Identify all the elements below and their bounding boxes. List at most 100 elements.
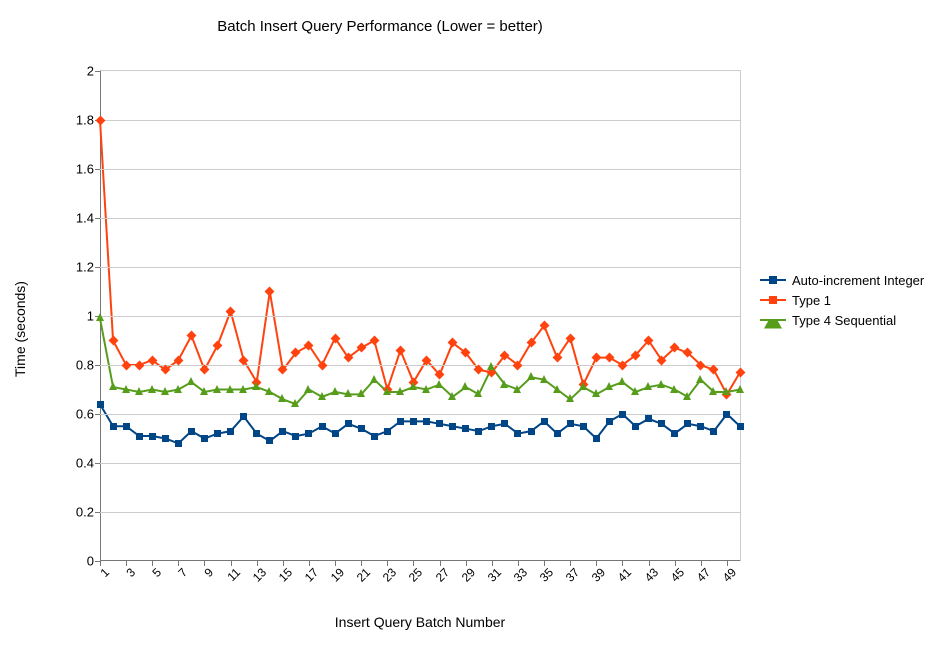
chart-figure: Batch Insert Query Performance (Lower = …	[0, 0, 926, 657]
data-point	[540, 375, 548, 383]
x-tick-label: 7	[172, 561, 191, 580]
data-point	[566, 394, 574, 402]
x-tick-label: 43	[637, 561, 661, 585]
data-point	[213, 385, 221, 393]
data-point	[319, 423, 326, 430]
x-tick-label: 37	[559, 561, 583, 585]
gridline	[100, 512, 740, 513]
data-point	[136, 433, 143, 440]
data-point	[358, 425, 365, 432]
data-point	[671, 430, 678, 437]
data-point	[148, 385, 156, 393]
data-point	[737, 423, 744, 430]
data-point	[697, 423, 704, 430]
data-point	[292, 433, 299, 440]
data-point	[593, 435, 600, 442]
legend-item-auto-increment: Auto-increment Integer	[760, 270, 924, 290]
data-point	[96, 313, 104, 321]
x-tick-label: 41	[611, 561, 635, 585]
x-tick-label: 49	[715, 561, 739, 585]
data-point	[122, 385, 130, 393]
data-point	[344, 389, 352, 397]
data-point	[227, 428, 234, 435]
legend-label: Type 1	[792, 293, 831, 308]
y-axis-label: Time (seconds)	[12, 281, 28, 377]
data-point	[410, 418, 417, 425]
data-point	[487, 362, 495, 370]
data-point	[149, 433, 156, 440]
data-point	[710, 428, 717, 435]
legend-item-type1: Type 1	[760, 290, 924, 310]
data-point	[200, 387, 208, 395]
data-point	[461, 382, 469, 390]
data-point	[736, 385, 744, 393]
data-point	[278, 394, 286, 402]
data-point	[123, 423, 130, 430]
data-point	[541, 418, 548, 425]
data-point	[239, 385, 247, 393]
data-point	[592, 389, 600, 397]
data-point	[554, 430, 561, 437]
y-tick-label: 2	[87, 64, 100, 79]
data-point	[567, 420, 574, 427]
data-point	[462, 425, 469, 432]
data-point	[110, 423, 117, 430]
data-point	[658, 420, 665, 427]
gridline	[100, 218, 740, 219]
gridline	[100, 169, 740, 170]
data-point	[396, 387, 404, 395]
data-point	[371, 433, 378, 440]
x-tick-label: 15	[271, 561, 295, 585]
y-tick-label: 1.4	[76, 211, 100, 226]
data-point	[240, 413, 247, 420]
data-point	[501, 420, 508, 427]
data-point	[188, 428, 195, 435]
data-point	[619, 411, 626, 418]
data-point	[435, 380, 443, 388]
data-point	[448, 392, 456, 400]
data-point	[201, 435, 208, 442]
data-point	[332, 430, 339, 437]
x-tick-label: 17	[298, 561, 322, 585]
data-point	[331, 387, 339, 395]
data-point	[723, 411, 730, 418]
series-line-type-4-sequential	[100, 318, 740, 404]
x-tick-label: 47	[689, 561, 713, 585]
data-point	[657, 380, 665, 388]
x-tick-label: 3	[119, 561, 138, 580]
x-tick-label: 29	[454, 561, 478, 585]
data-point	[709, 387, 717, 395]
data-point	[175, 440, 182, 447]
data-point	[606, 418, 613, 425]
x-tick-label: 1	[93, 561, 112, 580]
x-tick-label: 9	[198, 561, 217, 580]
data-point	[436, 420, 443, 427]
legend-label: Type 4 Sequential	[792, 313, 896, 328]
data-point	[226, 385, 234, 393]
data-point	[580, 423, 587, 430]
x-tick-label: 25	[402, 561, 426, 585]
x-tick-label: 21	[350, 561, 374, 585]
data-point	[670, 385, 678, 393]
data-point	[475, 428, 482, 435]
gridline	[100, 414, 740, 415]
data-point	[449, 423, 456, 430]
series-line-type-1	[100, 120, 740, 394]
legend-swatch-type4seq	[760, 314, 786, 326]
y-tick-label: 0.6	[76, 407, 100, 422]
gridline	[100, 267, 740, 268]
x-tick-label: 45	[663, 561, 687, 585]
x-tick-label: 19	[324, 561, 348, 585]
legend-item-type4seq: Type 4 Sequential	[760, 310, 924, 330]
data-point	[553, 385, 561, 393]
x-tick-label: 35	[533, 561, 557, 585]
x-axis-label: Insert Query Batch Number	[100, 614, 740, 630]
plot-area: 00.20.40.60.811.21.41.61.821357911131517…	[100, 70, 741, 561]
data-point	[514, 430, 521, 437]
x-tick-label: 23	[376, 561, 400, 585]
data-point	[291, 399, 299, 407]
data-point	[174, 385, 182, 393]
data-point	[513, 385, 521, 393]
data-point	[618, 377, 626, 385]
data-point	[265, 387, 273, 395]
